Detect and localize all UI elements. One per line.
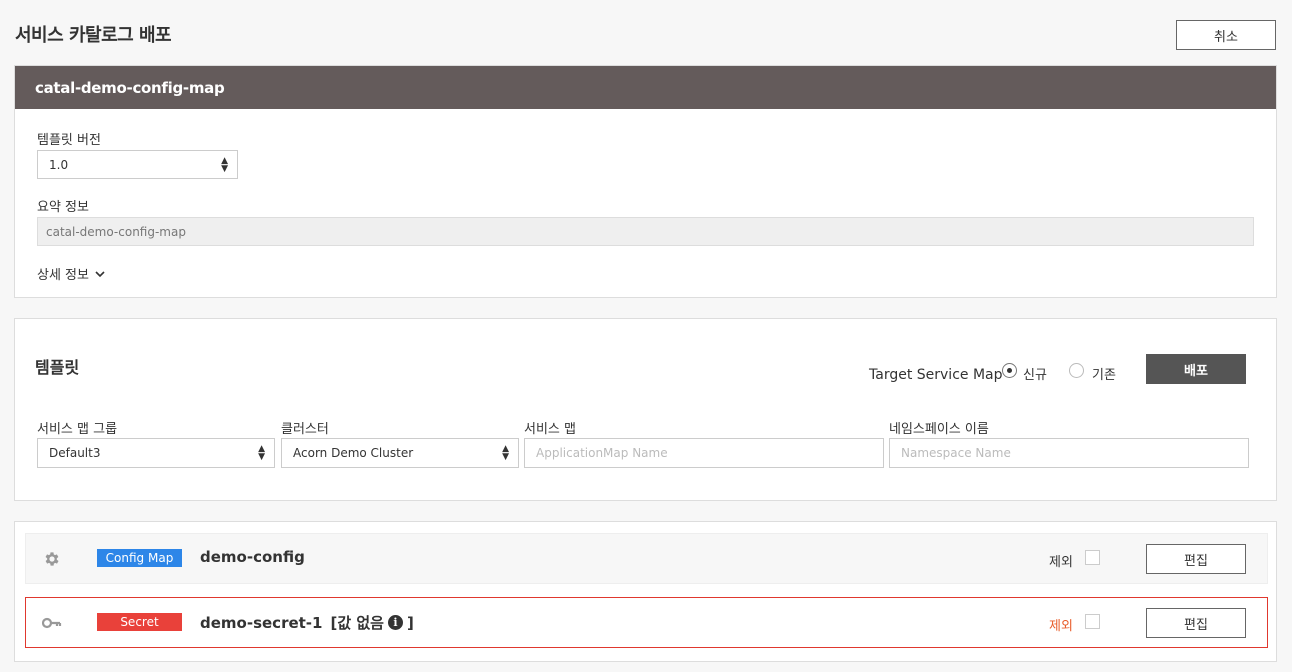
select-arrows-icon: ▲ ▼ bbox=[221, 155, 228, 174]
cluster-value: Acorn Demo Cluster bbox=[293, 446, 414, 460]
cluster-select[interactable]: Acorn Demo Cluster ▲ ▼ bbox=[281, 438, 519, 468]
summary-field: catal-demo-config-map bbox=[37, 217, 1254, 246]
secret-badge: Secret bbox=[97, 613, 182, 631]
info-icon[interactable]: i bbox=[387, 615, 403, 630]
select-arrows-icon: ▲ ▼ bbox=[258, 444, 265, 462]
resource-row: Secret demo-secret-1 [값 없음 i ] 제외 편집 bbox=[25, 597, 1268, 648]
target-service-map-label: Target Service Map bbox=[869, 367, 1003, 383]
namespace-label: 네임스페이스 이름 bbox=[889, 422, 989, 437]
select-arrows-icon: ▲ ▼ bbox=[502, 444, 509, 462]
service-map-group-value: Default3 bbox=[49, 446, 101, 460]
template-version-label: 템플릿 버전 bbox=[37, 133, 101, 148]
radio-new[interactable] bbox=[1002, 363, 1017, 378]
detail-info-label: 상세 정보 bbox=[37, 268, 89, 283]
template-version-select[interactable]: 1.0 ▲ ▼ bbox=[37, 150, 238, 179]
service-map-input[interactable] bbox=[524, 438, 884, 468]
radio-new-label: 신규 bbox=[1023, 368, 1047, 383]
edit-button[interactable]: 편집 bbox=[1146, 608, 1246, 638]
catalog-name-header: catal-demo-config-map bbox=[15, 66, 1276, 109]
no-value-label: [값 없음 bbox=[330, 614, 384, 632]
catalog-info-card: catal-demo-config-map 템플릿 버전 1.0 ▲ ▼ 요약 정… bbox=[14, 65, 1277, 298]
template-version-value: 1.0 bbox=[49, 157, 69, 172]
radio-existing[interactable] bbox=[1069, 363, 1084, 378]
gear-icon bbox=[42, 549, 62, 569]
no-value-close: ] bbox=[406, 613, 414, 632]
exclude-checkbox[interactable] bbox=[1085, 550, 1100, 565]
template-section-title: 템플릿 bbox=[35, 358, 80, 377]
exclude-label: 제외 bbox=[1049, 619, 1073, 634]
exclude-checkbox[interactable] bbox=[1085, 614, 1100, 629]
deploy-button[interactable]: 배포 bbox=[1146, 354, 1246, 384]
page-title: 서비스 카탈로그 배포 bbox=[15, 25, 172, 46]
cluster-label: 클러스터 bbox=[281, 422, 329, 437]
key-icon bbox=[42, 613, 62, 633]
edit-button[interactable]: 편집 bbox=[1146, 544, 1246, 574]
resource-row: Config Map demo-config 제외 편집 bbox=[25, 533, 1268, 584]
resource-name: demo-secret-1 bbox=[200, 613, 323, 632]
resource-name: demo-config bbox=[200, 548, 305, 566]
namespace-input[interactable] bbox=[889, 438, 1249, 468]
cancel-button[interactable]: 취소 bbox=[1176, 20, 1276, 50]
template-card: 템플릿 Target Service Map 신규 기존 배포 서비스 맵 그룹… bbox=[14, 318, 1277, 501]
service-map-label: 서비스 맵 bbox=[524, 422, 576, 437]
service-map-group-select[interactable]: Default3 ▲ ▼ bbox=[37, 438, 275, 468]
detail-info-toggle[interactable]: 상세 정보 bbox=[37, 264, 105, 283]
summary-label: 요약 정보 bbox=[37, 200, 89, 215]
exclude-label: 제외 bbox=[1049, 555, 1073, 570]
resource-list-card: Config Map demo-config 제외 편집 Secret demo… bbox=[14, 521, 1277, 662]
config-map-badge: Config Map bbox=[97, 549, 182, 567]
resource-name-group: demo-secret-1 [값 없음 i ] bbox=[200, 612, 414, 633]
service-map-group-label: 서비스 맵 그룹 bbox=[37, 422, 118, 437]
chevron-down-icon bbox=[95, 270, 105, 277]
radio-existing-label: 기존 bbox=[1092, 368, 1116, 383]
